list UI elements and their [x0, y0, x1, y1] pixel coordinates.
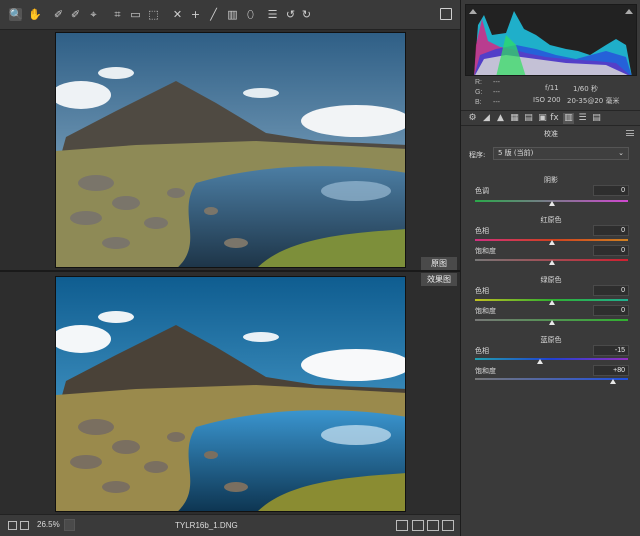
green-saturation-thumb[interactable]	[548, 320, 555, 325]
section-title: 校准	[544, 130, 558, 138]
shadow-clipping-icon[interactable]	[469, 9, 477, 14]
green-hue-thumb[interactable]	[548, 300, 555, 305]
shadows-tint-thumb[interactable]	[548, 201, 555, 206]
blue-saturation-slider[interactable]	[475, 378, 628, 380]
red-saturation-label: 饱和度	[475, 247, 496, 255]
hand-icon[interactable]: ✋	[28, 8, 42, 21]
shutter-speed: 1/60 秒	[573, 85, 598, 93]
tab-detail-icon[interactable]: ▲	[495, 113, 506, 124]
tab-basic-icon[interactable]: ⚙	[467, 113, 478, 124]
process-value: 5 版 (当前)	[498, 149, 534, 157]
red-saturation-thumb[interactable]	[548, 260, 555, 265]
panel-tabs: ⚙ ◢ ▲ ▦ ▤ ▣ fx ▥ ☰ ▤	[461, 110, 640, 126]
file-name: TYLR16b_1.DNG	[175, 521, 238, 530]
blue-hue-value[interactable]: -15	[593, 345, 629, 356]
blue-saturation-thumb[interactable]	[609, 379, 616, 384]
target-adjust-icon[interactable]: ⌖	[87, 8, 100, 21]
focal-length: 20-35@20 毫米	[567, 97, 620, 105]
tab-lens-icon[interactable]: ▣	[537, 113, 548, 124]
green-saturation-value[interactable]: 0	[593, 305, 629, 316]
green-hue-value[interactable]: 0	[593, 285, 629, 296]
color-sampler-icon[interactable]: ✐	[69, 8, 82, 21]
fullscreen-toggle-icon[interactable]	[440, 8, 452, 20]
tab-effects-icon[interactable]: fx	[549, 113, 560, 124]
highlight-clipping-icon[interactable]	[625, 9, 633, 14]
straighten-icon[interactable]: ▭	[129, 8, 142, 21]
zoom-level: 26.5%	[37, 520, 60, 529]
preferences-icon[interactable]: ☰	[266, 8, 279, 21]
adjustment-brush-icon[interactable]: ╱	[207, 8, 220, 21]
blue-saturation-label: 饱和度	[475, 367, 496, 375]
green-hue-label: 色相	[475, 287, 489, 295]
iso: ISO 200	[533, 96, 561, 104]
blue-primary-title: 蓝原色	[540, 336, 562, 344]
preview-settings-icon[interactable]	[442, 520, 454, 531]
swap-before-after-icon[interactable]	[412, 520, 424, 531]
red-primary-title: 红原色	[540, 216, 562, 224]
tab-hsl-icon[interactable]: ▦	[509, 113, 520, 124]
zoom-dropdown[interactable]	[64, 519, 75, 531]
shadows-tint-label: 色调	[475, 187, 489, 195]
g-label: G:	[475, 89, 483, 96]
b-value: ---	[493, 99, 500, 106]
red-eye-icon[interactable]: +	[189, 8, 202, 21]
zoom-out-button[interactable]	[8, 521, 17, 530]
blue-hue-slider[interactable]	[475, 358, 628, 360]
status-bar: 26.5% TYLR16b_1.DNG	[0, 514, 460, 536]
tab-presets-icon[interactable]: ☰	[577, 113, 588, 124]
zoom-icon[interactable]: 🔍	[9, 8, 23, 21]
red-hue-thumb[interactable]	[548, 240, 555, 245]
red-saturation-value[interactable]: 0	[593, 245, 629, 256]
copy-settings-icon[interactable]	[427, 520, 439, 531]
tab-split-toning-icon[interactable]: ▤	[523, 113, 534, 124]
aperture: f/11	[545, 84, 559, 92]
spot-removal-icon[interactable]: ✕	[171, 8, 184, 21]
histogram	[465, 4, 637, 76]
blue-saturation-value[interactable]: +80	[593, 365, 629, 376]
zoom-in-button[interactable]	[20, 521, 29, 530]
red-hue-label: 色相	[475, 227, 489, 235]
red-hue-value[interactable]: 0	[593, 225, 629, 236]
radial-filter-icon[interactable]: ⬯	[244, 8, 257, 21]
shadows-tint-value[interactable]: 0	[593, 185, 629, 196]
blue-hue-thumb[interactable]	[537, 359, 544, 364]
process-label: 程序:	[469, 151, 486, 159]
camera-info: R: --- G: --- B: --- f/11 1/60 秒 ISO 200…	[465, 77, 637, 110]
view-mode-icon[interactable]	[396, 520, 408, 531]
after-label: 效果图	[421, 273, 457, 286]
green-saturation-label: 饱和度	[475, 307, 496, 315]
g-value: ---	[493, 89, 500, 96]
after-image	[55, 276, 406, 512]
tool-strip: 🔍 ✋ ✐ ✐ ⌖ ⌗ ▭ ⬚ ✕ + ╱ ▥ ⬯ ☰ ↺ ↻	[0, 0, 460, 30]
blue-hue-label: 色相	[475, 347, 489, 355]
white-balance-icon[interactable]: ✐	[52, 8, 65, 21]
b-label: B:	[475, 99, 482, 106]
rotate-left-icon[interactable]: ↺	[284, 8, 297, 21]
tab-snapshots-icon[interactable]: ▤	[591, 113, 602, 124]
image-viewer: 原图 效果图	[0, 30, 460, 514]
before-label: 原图	[421, 257, 457, 270]
r-value: ---	[493, 79, 500, 86]
tab-tone-curve-icon[interactable]: ◢	[481, 113, 492, 124]
tab-calibration-icon[interactable]: ▥	[563, 113, 574, 124]
split-divider	[0, 270, 460, 272]
before-image	[55, 32, 406, 268]
adjustment-panel: R: --- G: --- B: --- f/11 1/60 秒 ISO 200…	[460, 0, 640, 536]
rotate-right-icon[interactable]: ↻	[300, 8, 313, 21]
chevron-down-icon: ⌄	[618, 149, 624, 157]
graduated-filter-icon[interactable]: ▥	[226, 8, 239, 21]
panel-menu-icon[interactable]	[626, 130, 634, 136]
crop-icon[interactable]: ⌗	[111, 8, 124, 21]
r-label: R:	[475, 79, 482, 86]
shadows-title: 阴影	[544, 176, 558, 184]
transform-icon[interactable]: ⬚	[147, 8, 160, 21]
process-select[interactable]: 5 版 (当前) ⌄	[493, 147, 629, 160]
green-primary-title: 绿原色	[540, 276, 562, 284]
